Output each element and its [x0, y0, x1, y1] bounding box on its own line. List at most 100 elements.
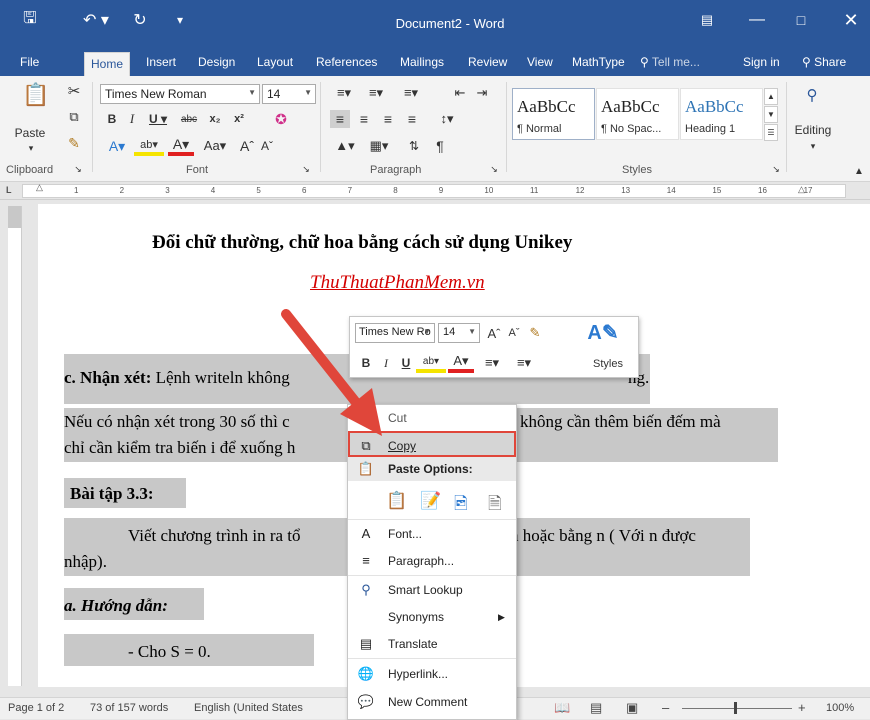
- shrink-font-icon[interactable]: Aˇ: [506, 323, 522, 343]
- menu-item-hyperlink[interactable]: 🌐 Hyperlink...: [348, 661, 516, 687]
- tell-me-box[interactable]: ⚲ Tell me...: [640, 48, 700, 76]
- zoom-slider[interactable]: [682, 708, 792, 709]
- menu-item-font[interactable]: A Font...: [348, 521, 516, 547]
- paste-button[interactable]: Paste: [10, 126, 50, 140]
- paragraph-launcher-icon[interactable]: ↘: [488, 162, 500, 176]
- editing-button[interactable]: Editing: [790, 122, 836, 138]
- indent-marker-icon[interactable]: △: [36, 182, 46, 198]
- align-right-icon[interactable]: ≡: [378, 110, 398, 128]
- show-formatting-icon[interactable]: ¶: [430, 136, 450, 156]
- tab-design[interactable]: Design: [198, 48, 235, 76]
- tab-view[interactable]: View: [527, 48, 553, 76]
- sign-in-link[interactable]: Sign in: [743, 48, 780, 76]
- highlight-color-icon[interactable]: ab▾: [416, 353, 446, 373]
- styles-more-icon[interactable]: ☰: [764, 124, 778, 141]
- tab-home[interactable]: Home: [84, 52, 131, 76]
- strikethrough-icon[interactable]: abc: [176, 110, 202, 128]
- tab-mathtype[interactable]: MathType: [572, 48, 625, 76]
- mini-size-combo[interactable]: 14 ▼: [438, 323, 480, 343]
- web-layout-icon[interactable]: ▣: [626, 700, 638, 716]
- share-button[interactable]: ⚲ Share: [802, 48, 846, 76]
- minimize-button[interactable]: —: [742, 6, 772, 34]
- menu-item-smart-lookup[interactable]: ⚲ Smart Lookup: [348, 577, 516, 603]
- font-name-combo[interactable]: Times New Roman ▼: [100, 84, 260, 104]
- sort-icon[interactable]: ⇅: [404, 136, 424, 156]
- maximize-button[interactable]: □: [786, 6, 816, 34]
- multilevel-list-icon[interactable]: ≡▾: [394, 84, 428, 102]
- italic-icon[interactable]: I: [124, 110, 140, 128]
- font-color-icon[interactable]: A▾: [448, 353, 474, 373]
- paste-text-only-icon[interactable]: 🗎: [488, 491, 512, 513]
- menu-item-synonyms[interactable]: Synonyms ▶: [348, 604, 516, 630]
- change-case-icon[interactable]: Aa▾: [198, 136, 232, 156]
- customize-qat-icon[interactable]: ▾: [170, 6, 190, 34]
- grow-font-icon[interactable]: Aˆ: [486, 323, 502, 343]
- zoom-out-icon[interactable]: –: [662, 700, 669, 715]
- close-button[interactable]: ✕: [836, 6, 866, 34]
- shrink-font-icon[interactable]: Aˇ: [258, 136, 276, 156]
- font-launcher-icon[interactable]: ↘: [300, 162, 312, 176]
- paste-merge-formatting-icon[interactable]: 📝: [420, 491, 444, 513]
- menu-item-translate[interactable]: ▤ Translate: [348, 631, 516, 657]
- paste-icon[interactable]: 📋: [22, 80, 49, 110]
- find-icon[interactable]: ⚲: [800, 84, 824, 106]
- ribbon-display-options-icon[interactable]: ▤: [695, 6, 719, 34]
- word-count[interactable]: 73 of 157 words: [90, 702, 168, 714]
- format-painter-icon[interactable]: ✎: [526, 323, 544, 343]
- vertical-ruler[interactable]: [8, 206, 22, 686]
- clipboard-launcher-icon[interactable]: ↘: [72, 162, 84, 176]
- editing-dropdown-icon[interactable]: ▾: [806, 140, 820, 152]
- tab-references[interactable]: References: [316, 48, 377, 76]
- borders-icon[interactable]: ▦▾: [364, 136, 394, 156]
- highlight-color-icon[interactable]: ab▾: [134, 136, 164, 156]
- underline-icon[interactable]: U ▾: [144, 110, 172, 128]
- styles-scroll-down-icon[interactable]: ▼: [764, 106, 778, 123]
- paste-picture-icon[interactable]: 🖻: [454, 491, 478, 513]
- font-color-icon[interactable]: A▾: [168, 136, 194, 156]
- tab-selector-icon[interactable]: L: [6, 185, 16, 195]
- style-no-spacing[interactable]: AaBbCc ¶ No Spac...: [596, 88, 679, 140]
- collapse-ribbon-icon[interactable]: ▲: [852, 164, 866, 178]
- save-icon[interactable]: 🖫: [18, 6, 42, 34]
- tab-review[interactable]: Review: [468, 48, 507, 76]
- shading-icon[interactable]: ▲▾: [330, 136, 360, 156]
- tab-mailings[interactable]: Mailings: [400, 48, 444, 76]
- style-heading-1[interactable]: AaBbCc Heading 1: [680, 88, 763, 140]
- redo-icon[interactable]: ↻: [128, 6, 152, 34]
- language-indicator[interactable]: English (United States: [194, 702, 303, 714]
- undo-icon[interactable]: ↶ ▾: [78, 6, 114, 34]
- paste-dropdown-icon[interactable]: ▾: [24, 142, 38, 154]
- tab-file[interactable]: File: [20, 48, 39, 76]
- zoom-level[interactable]: 100%: [826, 702, 854, 714]
- styles-scroll-up-icon[interactable]: ▲: [764, 88, 778, 105]
- increase-indent-icon[interactable]: ⇥: [472, 84, 492, 102]
- site-link[interactable]: ThuThuatPhanMem.vn: [310, 272, 485, 294]
- tab-insert[interactable]: Insert: [146, 48, 176, 76]
- numbering-icon[interactable]: ≡▾: [510, 353, 538, 373]
- align-left-icon[interactable]: ≡: [330, 110, 350, 128]
- bullets-icon[interactable]: ≡▾: [330, 84, 358, 102]
- cut-icon[interactable]: ✂: [64, 82, 84, 100]
- tab-layout[interactable]: Layout: [257, 48, 293, 76]
- style-normal[interactable]: AaBbCc ¶ Normal: [512, 88, 595, 140]
- clear-formatting-icon[interactable]: ✪: [270, 110, 292, 128]
- font-size-combo[interactable]: 14 ▼: [262, 84, 316, 104]
- superscript-icon[interactable]: x²: [228, 110, 250, 128]
- bullets-icon[interactable]: ≡▾: [478, 353, 506, 373]
- copy-icon[interactable]: ⧉: [64, 108, 84, 126]
- subscript-icon[interactable]: x₂: [204, 110, 226, 128]
- numbering-icon[interactable]: ≡▾: [362, 84, 390, 102]
- styles-gallery-icon[interactable]: A✎: [587, 319, 618, 345]
- menu-item-paragraph[interactable]: ≡ Paragraph...: [348, 548, 516, 574]
- grow-font-icon[interactable]: Aˆ: [238, 136, 256, 156]
- format-painter-icon[interactable]: ✎: [64, 134, 84, 152]
- zoom-in-icon[interactable]: +: [798, 700, 806, 715]
- zoom-thumb[interactable]: [734, 702, 737, 714]
- menu-item-new-comment[interactable]: 💬 New Comment: [348, 689, 516, 715]
- underline-icon[interactable]: U: [398, 353, 414, 373]
- text-effects-icon[interactable]: A▾: [104, 136, 130, 156]
- page-count[interactable]: Page 1 of 2: [8, 702, 64, 714]
- styles-launcher-icon[interactable]: ↘: [770, 162, 782, 176]
- line-spacing-icon[interactable]: ↕▾: [432, 110, 462, 128]
- read-mode-icon[interactable]: 📖: [554, 700, 570, 716]
